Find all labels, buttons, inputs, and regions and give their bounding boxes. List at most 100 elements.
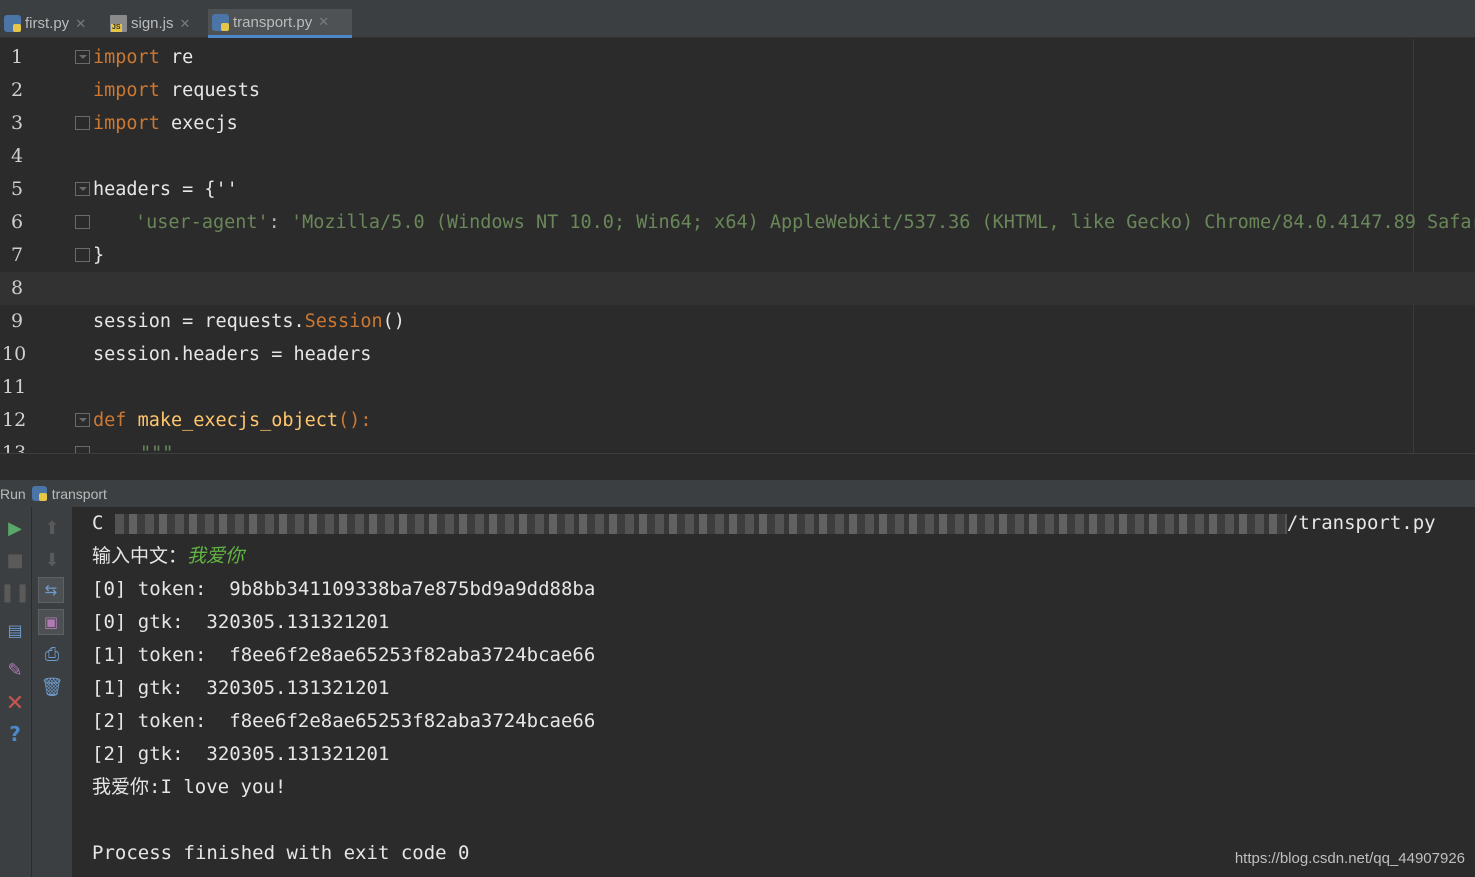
run-toolbar-primary: ▶ ■ ❚❚ ▤ ✎ ✕ ?	[0, 507, 32, 877]
code-text: }	[93, 245, 105, 266]
console-output-line: [0] gtk: 320305.131321201	[92, 611, 390, 633]
code-keyword: def	[93, 410, 127, 431]
code-function: make_execjs_object	[137, 410, 339, 431]
line-number: 1	[11, 46, 24, 68]
code-line: 6 'user-agent': 'Mozilla/5.0 (Windows NT…	[0, 206, 1475, 239]
code-line: 1 import re	[0, 41, 1475, 74]
console-output[interactable]: C /transport.py 输入中文：我爱你 [0] token: 9b8b…	[72, 507, 1475, 877]
tab-label: transport.py	[233, 13, 313, 31]
help-icon[interactable]: ?	[2, 721, 28, 747]
code-text: re	[159, 47, 194, 68]
code-line: 11	[0, 371, 1475, 404]
code-editor[interactable]: 1 import re 2 import requests 3 import e…	[0, 39, 1475, 453]
user-input-text: 我爱你	[187, 545, 245, 567]
code-class: Session	[304, 311, 383, 332]
code-line: 4	[0, 140, 1475, 173]
python-file-icon	[4, 15, 21, 32]
console-command-line: C /transport.py	[92, 507, 1436, 540]
console-output-line: [0] token: 9b8bb341109338ba7e875bd9a9dd8…	[92, 578, 596, 600]
code-line: 3 import execjs	[0, 107, 1475, 140]
command-path-suffix: /transport.py	[1286, 512, 1436, 534]
tab-sign-js[interactable]: sign.js ✕	[106, 9, 204, 38]
line-number: 10	[2, 343, 27, 365]
fold-end-icon[interactable]	[75, 248, 90, 262]
fold-end-icon[interactable]	[75, 446, 90, 453]
close-icon[interactable]: ✕	[180, 16, 191, 32]
line-number: 11	[2, 376, 27, 398]
line-number: 12	[2, 409, 27, 431]
code-text: session.headers = headers	[93, 344, 372, 365]
trash-icon[interactable]: 🗑	[39, 674, 65, 700]
fold-end-icon[interactable]	[75, 215, 90, 229]
line-number: 9	[11, 310, 24, 332]
line-number: 7	[11, 244, 24, 266]
fold-icon[interactable]	[75, 413, 90, 427]
code-line: 5 headers = {''	[0, 173, 1475, 206]
line-number: 13	[2, 442, 27, 453]
tab-transport-py[interactable]: transport.py ✕	[208, 9, 352, 38]
fold-end-icon[interactable]	[75, 116, 90, 130]
code-line: 12 def make_execjs_object():	[0, 404, 1475, 437]
code-line: 13 """	[0, 437, 1475, 453]
python-file-icon	[212, 13, 229, 31]
code-line: 2 import requests	[0, 74, 1475, 107]
tab-label: first.py	[25, 15, 70, 32]
code-string: 'Mozilla/5.0 (Windows NT 10.0; Win64; x6…	[290, 212, 1475, 233]
line-number: 4	[11, 145, 24, 167]
down-arrow-icon[interactable]: ⬇	[39, 547, 65, 573]
fold-icon[interactable]	[75, 50, 90, 64]
close-icon[interactable]: ✕	[318, 14, 329, 30]
code-text: requests	[159, 80, 261, 101]
pin-icon[interactable]: ✎	[2, 657, 28, 683]
stop-button[interactable]: ■	[2, 547, 28, 573]
code-line: 7 }	[0, 239, 1475, 272]
js-file-icon	[110, 15, 127, 32]
console-exit-message: Process finished with exit code 0	[92, 842, 470, 864]
code-docstring: """	[140, 437, 173, 453]
fold-icon[interactable]	[75, 182, 90, 196]
code-text: headers = {''	[93, 179, 238, 200]
code-line-current: 8	[0, 272, 1475, 305]
code-line: 9 session = requests.Session()	[0, 305, 1475, 338]
editor-tab-bar: first.py ✕ sign.js ✕ transport.py ✕	[0, 9, 1475, 38]
code-text: ():	[338, 410, 372, 431]
code-text: :	[268, 212, 291, 233]
console-output-line: [1] gtk: 320305.131321201	[92, 677, 390, 699]
close-icon[interactable]: ✕	[2, 690, 28, 716]
restore-layout-icon[interactable]: ▤	[2, 617, 28, 643]
up-arrow-icon[interactable]: ⬆	[39, 515, 65, 541]
line-number: 3	[11, 112, 24, 134]
run-config-name[interactable]: transport	[52, 486, 107, 502]
console-prompt-line: 输入中文：我爱你	[92, 540, 244, 573]
scroll-to-end-toggle[interactable]: ▣	[38, 609, 64, 635]
redacted-path	[114, 513, 1287, 534]
code-text: execjs	[159, 113, 238, 134]
line-number: 2	[11, 79, 24, 101]
window-top-strip	[0, 0, 1475, 9]
run-label: Run	[0, 485, 26, 502]
close-icon[interactable]: ✕	[75, 16, 86, 32]
line-number: 5	[11, 178, 24, 200]
watermark-url: https://blog.csdn.net/qq_44907926	[1234, 850, 1465, 867]
tab-label: sign.js	[131, 15, 174, 32]
run-toolbar-secondary: ⬆ ⬇ ⇆ ▣ ⎙ 🗑	[32, 507, 72, 877]
code-keyword: import	[93, 47, 160, 68]
rerun-button[interactable]: ▶	[2, 515, 28, 541]
line-number: 6	[11, 211, 24, 233]
panel-separator[interactable]	[0, 453, 1475, 480]
line-number: 8	[11, 277, 24, 299]
code-text: ()	[382, 311, 405, 332]
code-string: 'user-agent'	[135, 212, 269, 233]
tab-first-py[interactable]: first.py ✕	[0, 9, 102, 38]
code-keyword: import	[93, 113, 160, 134]
code-keyword: import	[93, 80, 160, 101]
run-panel-header: Run transport	[0, 480, 1475, 507]
python-run-config-icon	[31, 486, 47, 501]
pause-button[interactable]: ❚❚	[0, 579, 30, 605]
soft-wrap-toggle[interactable]: ⇆	[38, 577, 64, 603]
print-icon[interactable]: ⎙	[39, 641, 65, 667]
console-output-line: 我爱你:I love you!	[92, 776, 287, 798]
console-output-line: [1] token: f8ee6f2e8ae65253f82aba3724bca…	[92, 644, 596, 666]
console-output-line: [2] token: f8ee6f2e8ae65253f82aba3724bca…	[92, 710, 596, 732]
code-text: session = requests.	[93, 311, 305, 332]
